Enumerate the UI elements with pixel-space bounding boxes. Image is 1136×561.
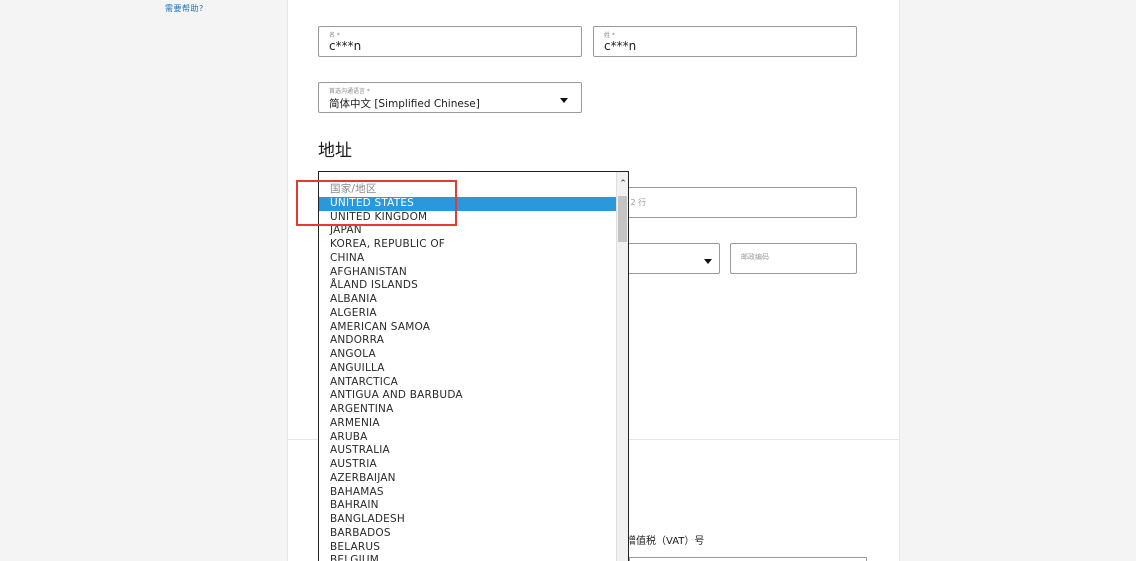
country-option[interactable]: ALGERIA xyxy=(319,307,616,321)
country-placeholder-option[interactable]: 国家/地区 xyxy=(319,183,616,197)
country-option[interactable]: JAPAN xyxy=(319,224,616,238)
caret-down-icon xyxy=(560,98,568,103)
country-option[interactable]: UNITED KINGDOM xyxy=(319,211,616,225)
country-option[interactable]: ANTARCTICA xyxy=(319,376,616,390)
country-option[interactable]: BAHRAIN xyxy=(319,499,616,513)
country-option[interactable]: ALBANIA xyxy=(319,293,616,307)
first-name-field[interactable]: 名 * c***n xyxy=(318,26,582,57)
country-option[interactable]: ANGOLA xyxy=(319,348,616,362)
postal-code-field[interactable]: 邮政编码 xyxy=(730,243,857,274)
country-option[interactable]: UNITED STATES xyxy=(319,196,616,211)
country-option[interactable]: BAHAMAS xyxy=(319,486,616,500)
first-name-value: c***n xyxy=(329,39,362,53)
country-option[interactable]: AFGHANISTAN xyxy=(319,266,616,280)
country-option[interactable]: ANDORRA xyxy=(319,334,616,348)
caret-down-icon xyxy=(704,259,712,264)
help-link[interactable]: 需要帮助? xyxy=(165,3,204,14)
country-option[interactable]: BELARUS xyxy=(319,541,616,555)
dropdown-scrollbar[interactable]: ⌃ xyxy=(616,172,628,561)
country-option[interactable]: ARUBA xyxy=(319,431,616,445)
page: 需要帮助? 名 * c***n 姓 * c***n 首选沟通语言 * 简体中文 … xyxy=(0,0,1136,561)
language-select-label: 首选沟通语言 * xyxy=(329,88,370,95)
country-option[interactable]: CHINA xyxy=(319,252,616,266)
vat-input[interactable] xyxy=(629,557,867,561)
country-option[interactable]: ARGENTINA xyxy=(319,403,616,417)
country-option[interactable]: ARMENIA xyxy=(319,417,616,431)
country-option[interactable]: AMERICAN SAMOA xyxy=(319,321,616,335)
country-option[interactable]: KOREA, REPUBLIC OF xyxy=(319,238,616,252)
country-options: 国家/地区 UNITED STATES UNITED KINGDOM JAPAN KO… xyxy=(319,183,616,561)
language-select[interactable]: 首选沟通语言 * 简体中文 [Simplified Chinese] xyxy=(318,82,582,113)
country-option[interactable]: ÅLAND ISLANDS xyxy=(319,279,616,293)
country-option[interactable]: BARBADOS xyxy=(319,527,616,541)
last-name-field[interactable]: 姓 * c***n xyxy=(593,26,857,57)
language-select-value: 简体中文 [Simplified Chinese] xyxy=(329,98,480,110)
last-name-label: 姓 * xyxy=(604,32,615,39)
country-dropdown-list[interactable]: 国家/地区 UNITED STATES UNITED KINGDOM JAPAN KO… xyxy=(318,171,629,561)
scrollbar-thumb[interactable] xyxy=(618,196,627,242)
vat-label: 增值税（VAT）号 xyxy=(626,536,705,547)
postal-code-placeholder: 邮政编码 xyxy=(741,253,769,261)
last-name-value: c***n xyxy=(604,39,637,53)
country-option[interactable]: ANGUILLA xyxy=(319,362,616,376)
country-option[interactable]: AZERBAIJAN xyxy=(319,472,616,486)
address-line2-field[interactable]: 地址第 2 行 xyxy=(593,187,857,218)
first-name-label: 名 * xyxy=(329,32,340,39)
country-option[interactable]: BELGIUM xyxy=(319,554,616,561)
chevron-up-icon[interactable]: ⌃ xyxy=(617,178,628,190)
address-heading: 地址 xyxy=(318,141,352,161)
country-option[interactable]: AUSTRALIA xyxy=(319,444,616,458)
country-option[interactable]: ANTIGUA AND BARBUDA xyxy=(319,389,616,403)
country-option[interactable]: AUSTRIA xyxy=(319,458,616,472)
country-option[interactable]: BANGLADESH xyxy=(319,513,616,527)
